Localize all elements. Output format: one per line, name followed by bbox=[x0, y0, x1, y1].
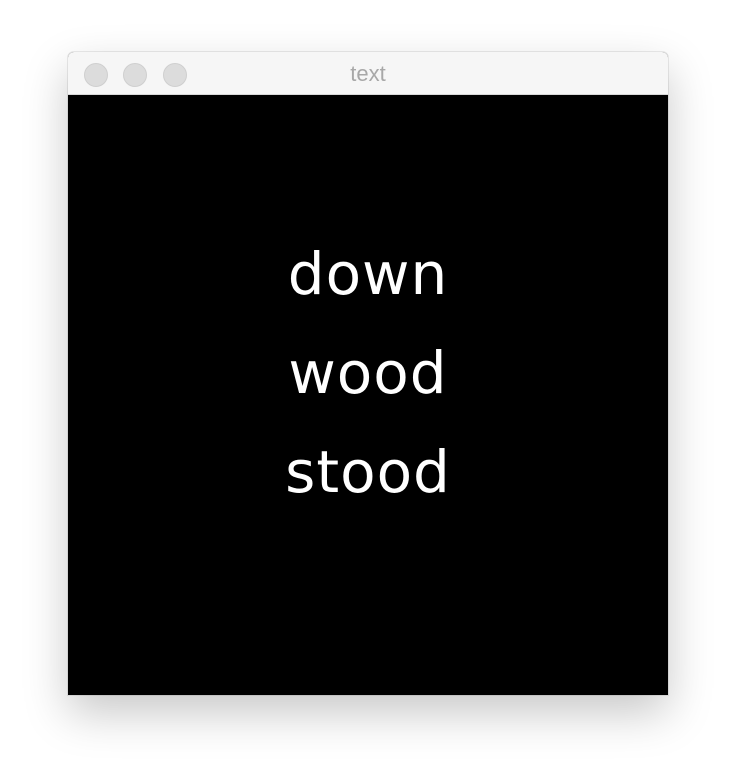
word-down: down bbox=[287, 240, 449, 308]
text-canvas: down wood stood bbox=[68, 95, 668, 695]
word-wood: wood bbox=[288, 339, 448, 407]
window-title: text bbox=[350, 61, 386, 86]
word-stood: stood bbox=[285, 438, 451, 506]
app-window: text down wood stood bbox=[68, 52, 668, 695]
window-titlebar[interactable]: text bbox=[68, 52, 668, 95]
